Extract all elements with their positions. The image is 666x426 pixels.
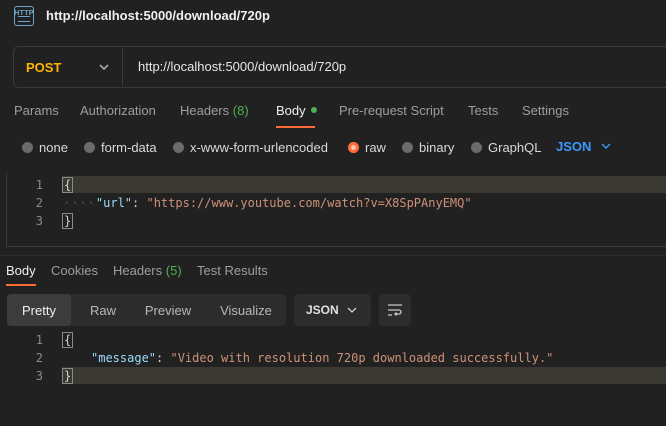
radio-label: form-data <box>101 139 157 155</box>
headers-count: (5) <box>165 263 182 278</box>
response-tab-test-results[interactable]: Test Results <box>197 263 268 278</box>
close-brace: } <box>61 213 74 229</box>
tab-label: Pre-request Script <box>339 103 444 118</box>
line-number: 1 <box>35 178 43 192</box>
indent-guide: ···· <box>63 196 96 210</box>
tab-label: Settings <box>522 103 569 118</box>
view-raw-button[interactable]: Raw <box>75 294 131 326</box>
radio-label: raw <box>365 139 386 155</box>
method-label: POST <box>26 59 62 75</box>
current-line-highlight <box>62 367 666 384</box>
line-number: 1 <box>35 333 43 347</box>
radio-label: x-www-form-urlencoded <box>190 139 328 155</box>
tab-label: Test Results <box>197 263 268 278</box>
tab-label: Tests <box>468 103 499 118</box>
json-colon: : <box>156 351 171 365</box>
line-number: 2 <box>35 196 43 210</box>
radio-binary[interactable]: binary <box>402 139 454 155</box>
tab-params[interactable]: Params <box>14 103 59 118</box>
radio-button[interactable] <box>471 141 482 153</box>
tab-tests[interactable]: Tests <box>468 103 498 118</box>
response-tab-body[interactable]: Body <box>6 263 36 278</box>
radio-button[interactable] <box>402 141 413 153</box>
wrap-lines-icon <box>388 304 402 316</box>
radio-graphql[interactable]: GraphQL <box>471 139 541 155</box>
json-key: "message" <box>91 351 157 365</box>
line-number: 3 <box>35 369 43 383</box>
url-bar: POST http://localhost:5000/download/720p <box>13 46 666 88</box>
open-brace: { <box>61 177 74 193</box>
tab-headers[interactable]: Headers (8) <box>180 103 249 118</box>
json-value: "https://www.youtube.com/watch?v=X8SpPAn… <box>146 196 472 210</box>
active-tab-indicator <box>6 284 36 286</box>
response-json-line: "message": "Video with resolution 720p d… <box>91 351 553 365</box>
request-title[interactable]: http://localhost:5000/download/720p <box>46 8 270 23</box>
json-value: "Video with resolution 720p downloaded s… <box>170 351 554 365</box>
modified-dot <box>310 107 317 113</box>
line-number: 2 <box>35 351 43 365</box>
line-number: 3 <box>35 214 43 228</box>
method-select[interactable]: POST <box>15 48 123 86</box>
response-tab-cookies[interactable]: Cookies <box>51 263 98 278</box>
response-format-select[interactable]: JSON <box>294 294 371 326</box>
json-colon: : <box>132 196 147 210</box>
pane-divider[interactable] <box>0 255 666 256</box>
raw-format-select[interactable]: JSON <box>556 139 591 154</box>
radio-button[interactable] <box>348 141 359 153</box>
view-preview-button[interactable]: Preview <box>133 294 203 326</box>
chevron-down-icon[interactable] <box>600 140 612 152</box>
radio-none[interactable]: none <box>22 139 68 155</box>
chevron-down-icon <box>347 307 357 313</box>
tab-authorization[interactable]: Authorization <box>80 103 156 118</box>
radio-button[interactable] <box>84 141 95 153</box>
radio-label: GraphQL <box>488 139 542 155</box>
wrap-lines-button[interactable] <box>379 294 411 326</box>
json-key: "url" <box>95 196 133 210</box>
tab-pre-request-script[interactable]: Pre-request Script <box>339 103 444 118</box>
radio-label: binary <box>419 139 455 155</box>
tab-settings[interactable]: Settings <box>522 103 569 118</box>
active-tab-indicator <box>276 126 315 128</box>
url-input[interactable]: http://localhost:5000/download/720p <box>138 59 346 74</box>
tab-label: Body <box>6 263 36 278</box>
radio-form-data[interactable]: form-data <box>84 139 157 155</box>
close-brace: } <box>61 368 74 384</box>
headers-count: (8) <box>232 103 249 118</box>
radio-raw[interactable]: raw <box>348 139 386 155</box>
radio-x-www-form-urlencoded[interactable]: x-www-form-urlencoded <box>173 139 328 155</box>
open-brace: { <box>61 332 74 348</box>
request-json-line: ····"url": "https://www.youtube.com/watc… <box>63 196 472 210</box>
tab-label: Headers <box>180 103 230 118</box>
tab-label: Body <box>276 103 306 118</box>
response-view-switcher: Pretty Raw Preview Visualize <box>7 294 286 326</box>
http-request-icon: HTTP <box>14 6 34 26</box>
radio-label: none <box>39 139 68 155</box>
view-pretty-button[interactable]: Pretty <box>7 294 71 326</box>
tab-label: Headers <box>113 263 163 278</box>
tab-body[interactable]: Body <box>276 103 317 118</box>
radio-button[interactable] <box>22 141 33 153</box>
radio-button[interactable] <box>173 141 184 153</box>
chevron-down-icon <box>99 64 109 70</box>
current-line-highlight <box>62 176 666 193</box>
format-label: JSON <box>306 303 339 317</box>
view-visualize-button[interactable]: Visualize <box>209 294 283 326</box>
response-tab-headers[interactable]: Headers (5) <box>113 263 182 278</box>
tab-label: Cookies <box>51 263 98 278</box>
tab-label: Authorization <box>80 103 156 118</box>
tab-label: Params <box>14 103 59 118</box>
